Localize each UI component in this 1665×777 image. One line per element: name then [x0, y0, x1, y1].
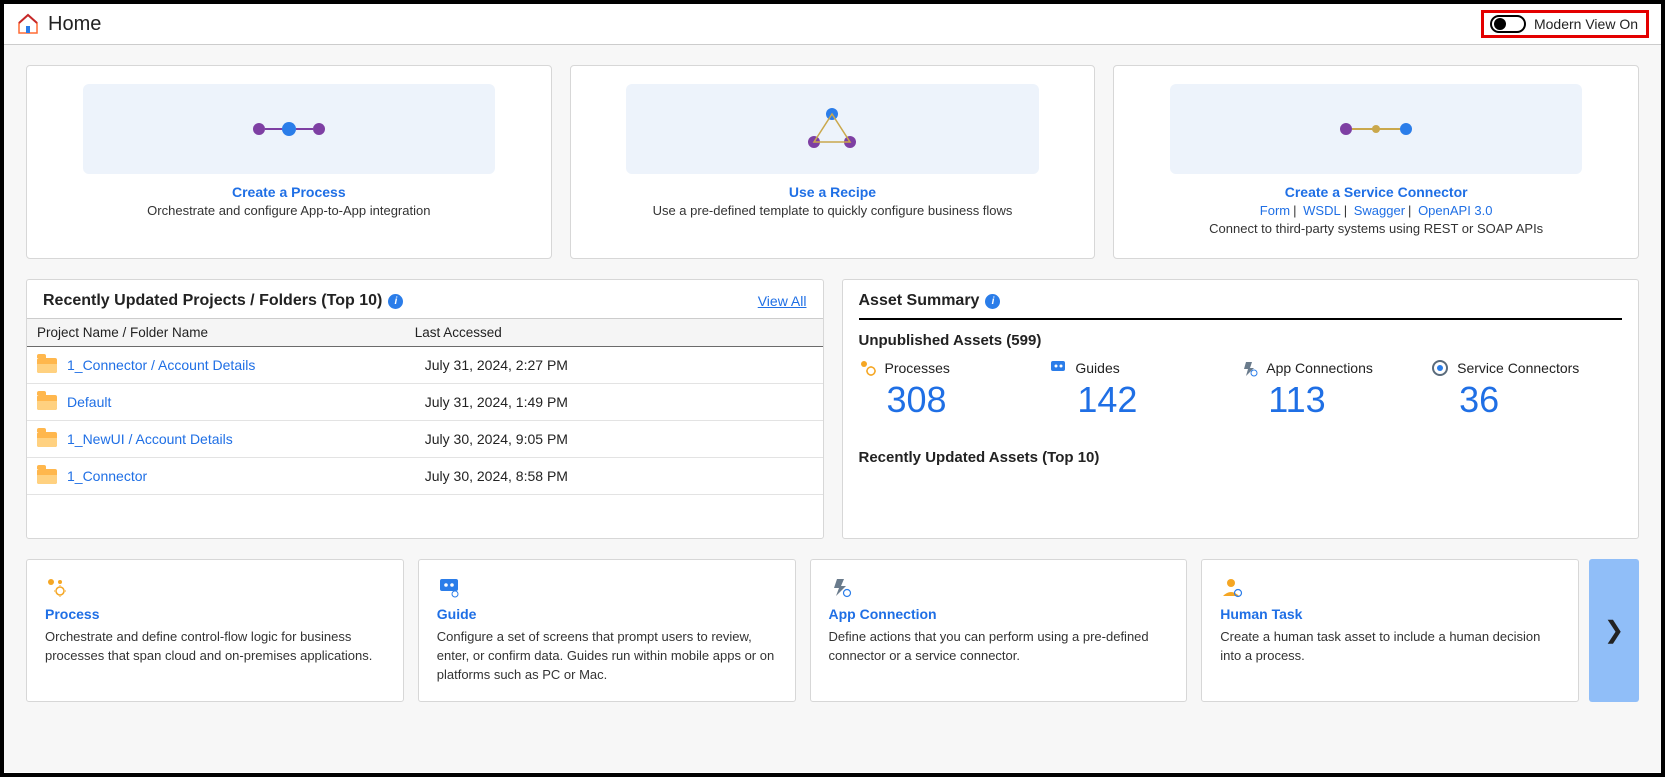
stat-service-connectors[interactable]: Service Connectors 36 [1431, 359, 1622, 421]
info-card-human-task[interactable]: Human Task Create a human task asset to … [1201, 559, 1579, 702]
stat-value: 308 [887, 379, 1050, 421]
toggle-knob [1494, 18, 1506, 30]
info-card-desc: Configure a set of screens that prompt u… [437, 628, 777, 685]
info-card-title: Human Task [1220, 606, 1560, 622]
info-cards-row: Process Orchestrate and define control-f… [26, 559, 1639, 702]
view-all-link[interactable]: View All [758, 293, 807, 309]
stat-label: Service Connectors [1457, 360, 1579, 376]
stat-label: Processes [885, 360, 950, 376]
stat-value: 142 [1077, 379, 1240, 421]
modern-view-toggle[interactable] [1490, 15, 1526, 33]
stat-value: 36 [1459, 379, 1622, 421]
folder-icon [37, 469, 57, 484]
modern-view-label: Modern View On [1534, 16, 1638, 32]
info-icon[interactable]: i [985, 294, 1000, 309]
info-card-guide[interactable]: Guide Configure a set of screens that pr… [418, 559, 796, 702]
info-card-desc: Orchestrate and define control-flow logi… [45, 628, 385, 666]
use-recipe-card[interactable]: Use a Recipe Use a pre-defined template … [570, 65, 1096, 259]
process-icon [83, 84, 496, 174]
unpublished-assets-title: Unpublished Assets (599) [859, 332, 1623, 349]
row-name[interactable]: 1_NewUI / Account Details [67, 431, 233, 447]
link-swagger[interactable]: Swagger [1354, 203, 1405, 218]
topbar: Home Modern View On [4, 4, 1661, 45]
connector-links: Form| WSDL| Swagger| OpenAPI 3.0 [1260, 203, 1493, 218]
use-recipe-title: Use a Recipe [789, 184, 876, 200]
table-body[interactable]: 1_Connector / Account Details July 31, 2… [27, 347, 823, 537]
recent-projects-panel: Recently Updated Projects / Folders (Top… [26, 279, 824, 539]
action-cards-row: Create a Process Orchestrate and configu… [26, 65, 1639, 259]
topbar-left: Home [16, 12, 101, 36]
create-process-card[interactable]: Create a Process Orchestrate and configu… [26, 65, 552, 259]
table-row[interactable]: Default July 31, 2024, 1:49 PM [27, 384, 823, 421]
table-row[interactable]: 1_Connector / Account Details July 31, 2… [27, 347, 823, 384]
row-accessed: July 31, 2024, 1:49 PM [425, 394, 813, 410]
guides-icon [1049, 359, 1067, 377]
link-form[interactable]: Form [1260, 203, 1290, 218]
stat-value: 113 [1268, 379, 1431, 421]
create-connector-desc: Connect to third-party systems using RES… [1209, 221, 1543, 236]
divider [859, 318, 1623, 320]
info-card-title: App Connection [829, 606, 1169, 622]
processes-icon [859, 359, 877, 377]
recent-assets-title: Recently Updated Assets (Top 10) [859, 449, 1623, 466]
row-name[interactable]: Default [67, 394, 111, 410]
asset-summary-title: Asset Summary i [859, 292, 1001, 310]
row-accessed: July 30, 2024, 9:05 PM [425, 431, 813, 447]
row-accessed: July 31, 2024, 2:27 PM [425, 357, 813, 373]
stat-processes[interactable]: Processes 308 [859, 359, 1050, 421]
row-accessed: July 30, 2024, 8:58 PM [425, 468, 813, 484]
stat-label: App Connections [1266, 360, 1373, 376]
row-name[interactable]: 1_Connector / Account Details [67, 357, 255, 373]
info-card-title: Guide [437, 606, 777, 622]
human-task-icon [1220, 576, 1560, 598]
table-header: Project Name / Folder Name Last Accessed [27, 318, 823, 347]
stat-label: Guides [1075, 360, 1119, 376]
recent-projects-title-text: Recently Updated Projects / Folders (Top… [43, 292, 382, 310]
service-connectors-icon [1431, 359, 1449, 377]
folder-icon [37, 432, 57, 447]
info-card-app-connection[interactable]: App Connection Define actions that you c… [810, 559, 1188, 702]
asset-summary-panel: Asset Summary i Unpublished Assets (599)… [842, 279, 1640, 539]
modern-view-toggle-wrap: Modern View On [1481, 10, 1649, 38]
stats-row: Processes 308 Guides 142 App Connections… [859, 359, 1623, 421]
connections-icon [1240, 359, 1258, 377]
chevron-right-icon: ❯ [1604, 616, 1624, 645]
info-card-desc: Create a human task asset to include a h… [1220, 628, 1560, 666]
process-icon [45, 576, 385, 598]
mid-row: Recently Updated Projects / Folders (Top… [26, 279, 1639, 539]
connection-icon [829, 576, 1169, 598]
create-process-title: Create a Process [232, 184, 346, 200]
info-card-desc: Define actions that you can perform usin… [829, 628, 1169, 666]
recipe-icon [626, 84, 1039, 174]
connector-icon [1170, 84, 1583, 174]
link-wsdl[interactable]: WSDL [1303, 203, 1341, 218]
col-project-name: Project Name / Folder Name [37, 325, 415, 340]
content: Create a Process Orchestrate and configu… [4, 45, 1661, 772]
home-icon [16, 12, 40, 36]
row-name[interactable]: 1_Connector [67, 468, 147, 484]
recent-projects-title: Recently Updated Projects / Folders (Top… [43, 292, 403, 310]
create-connector-card: Create a Service Connector Form| WSDL| S… [1113, 65, 1639, 259]
table-row[interactable]: 1_NewUI / Account Details July 30, 2024,… [27, 421, 823, 458]
folder-icon [37, 358, 57, 373]
page-title: Home [48, 13, 101, 36]
col-last-accessed: Last Accessed [415, 325, 793, 340]
summary-body[interactable]: Unpublished Assets (599) Processes 308 G… [843, 318, 1639, 528]
asset-summary-title-text: Asset Summary [859, 292, 980, 310]
link-openapi[interactable]: OpenAPI 3.0 [1418, 203, 1492, 218]
folder-icon [37, 395, 57, 410]
info-card-title: Process [45, 606, 385, 622]
stat-app-connections[interactable]: App Connections 113 [1240, 359, 1431, 421]
info-icon[interactable]: i [388, 294, 403, 309]
stat-guides[interactable]: Guides 142 [1049, 359, 1240, 421]
create-connector-title[interactable]: Create a Service Connector [1285, 184, 1468, 200]
create-process-desc: Orchestrate and configure App-to-App int… [147, 203, 430, 218]
use-recipe-desc: Use a pre-defined template to quickly co… [653, 203, 1013, 218]
info-card-process[interactable]: Process Orchestrate and define control-f… [26, 559, 404, 702]
table-row[interactable]: 1_Connector July 30, 2024, 8:58 PM [27, 458, 823, 495]
carousel-next-button[interactable]: ❯ [1589, 559, 1639, 702]
guide-icon [437, 576, 777, 598]
